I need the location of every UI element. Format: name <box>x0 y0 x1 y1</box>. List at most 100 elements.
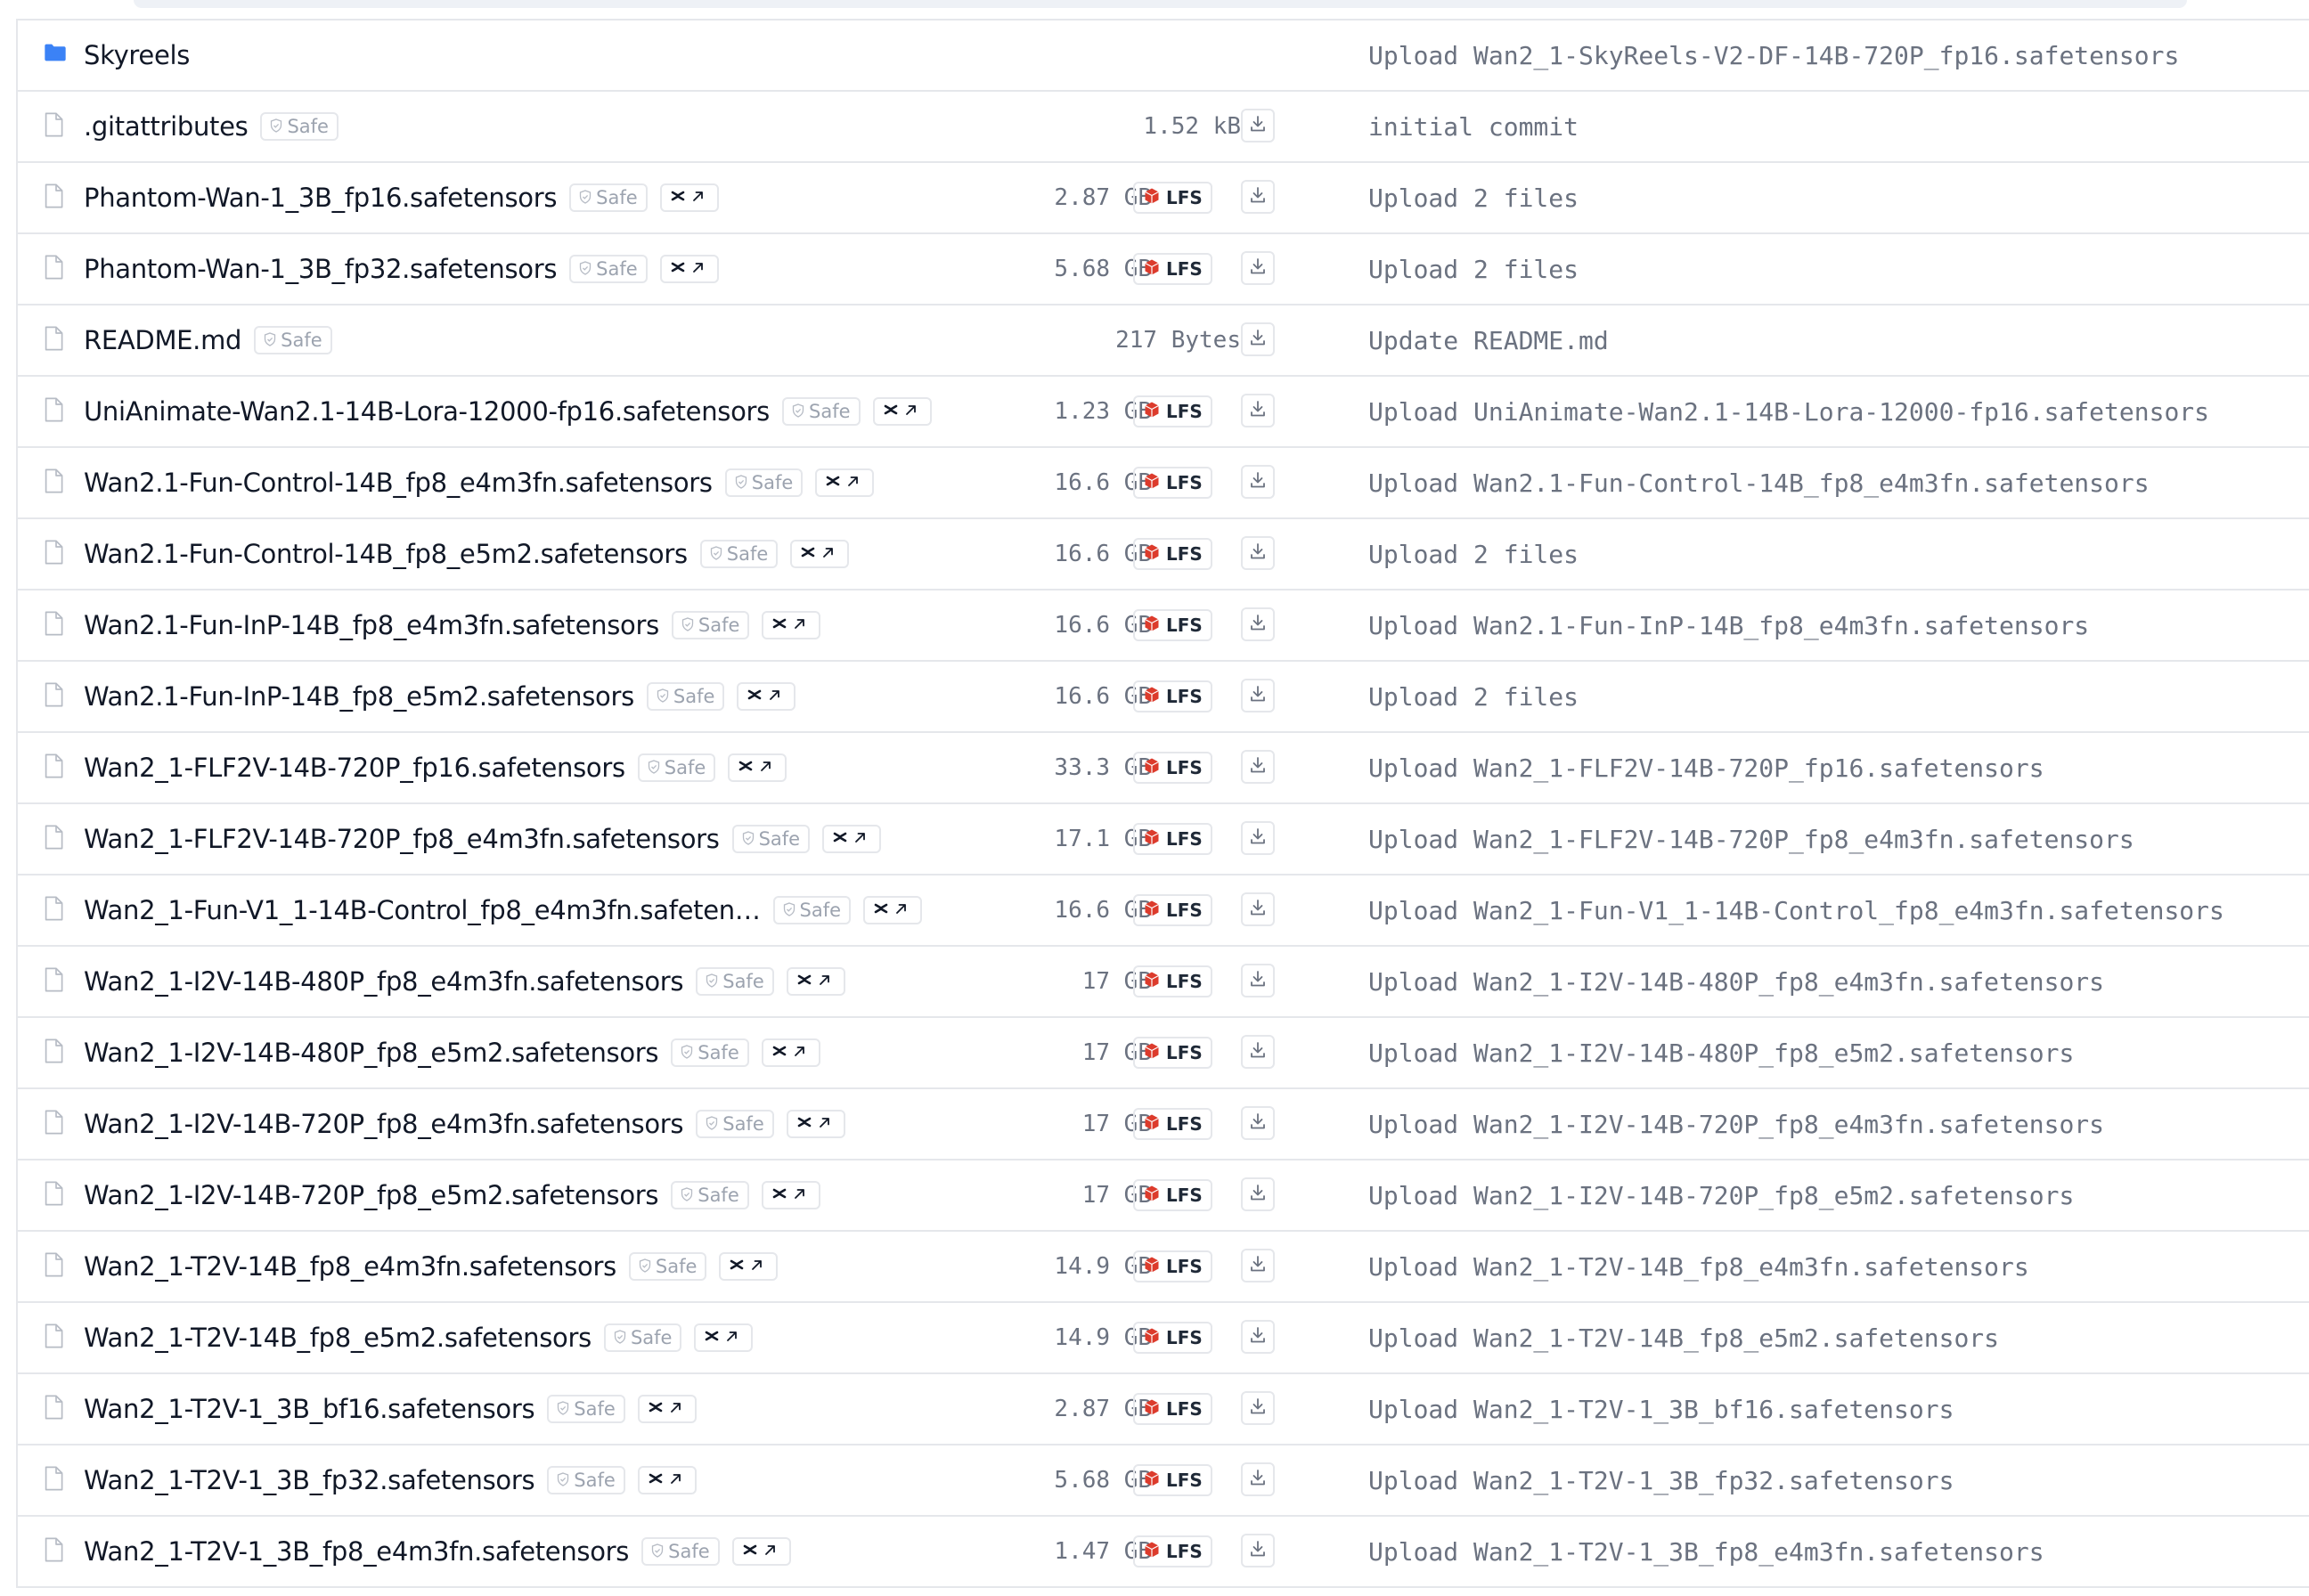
commit-message-link[interactable]: Upload Wan2_1-I2V-14B-480P_fp8_e5m2.safe… <box>1368 1018 2074 1087</box>
download-button[interactable] <box>1241 109 1275 142</box>
safe-badge[interactable]: Safe <box>641 1537 720 1566</box>
lfs-badge[interactable]: LFS <box>1133 538 1212 570</box>
safe-badge[interactable]: Safe <box>699 540 779 568</box>
xet-link-badge[interactable] <box>762 611 821 639</box>
commit-message-link[interactable]: Upload Wan2.1-Fun-Control-14B_fp8_e4m3fn… <box>1368 448 2150 517</box>
file-name-link[interactable]: Skyreels <box>84 40 190 70</box>
file-name-link[interactable]: Wan2_1-T2V-14B_fp8_e4m3fn.safetensors <box>84 1251 616 1282</box>
xet-link-badge[interactable] <box>737 682 796 711</box>
file-row[interactable]: Phantom-Wan-1_3B_fp16.safetensors Safe 2… <box>18 163 2309 234</box>
safe-badge[interactable]: Safe <box>782 397 861 426</box>
file-row[interactable]: Wan2_1-I2V-14B-480P_fp8_e5m2.safetensors… <box>18 1018 2309 1089</box>
file-row[interactable]: Wan2_1-I2V-14B-720P_fp8_e5m2.safetensors… <box>18 1160 2309 1232</box>
xet-link-badge[interactable] <box>761 1181 820 1209</box>
commit-message-link[interactable]: Upload UniAnimate-Wan2.1-14B-Lora-12000-… <box>1368 377 2209 446</box>
lfs-badge[interactable]: LFS <box>1133 395 1212 428</box>
file-row[interactable]: Wan2_1-T2V-14B_fp8_e4m3fn.safetensors Sa… <box>18 1232 2309 1303</box>
safe-badge[interactable]: Safe <box>731 825 811 853</box>
lfs-badge[interactable]: LFS <box>1133 752 1212 784</box>
file-row[interactable]: Wan2.1-Fun-InP-14B_fp8_e5m2.safetensors … <box>18 662 2309 733</box>
file-name-link[interactable]: Wan2_1-I2V-14B-720P_fp8_e5m2.safetensors <box>84 1180 659 1210</box>
download-button[interactable] <box>1241 322 1275 356</box>
lfs-badge[interactable]: LFS <box>1133 467 1212 499</box>
xet-link-badge[interactable] <box>822 825 882 853</box>
file-name-link[interactable]: Wan2_1-I2V-14B-480P_fp8_e4m3fn.safetenso… <box>84 966 684 997</box>
file-name-link[interactable]: Wan2.1-Fun-Control-14B_fp8_e5m2.safetens… <box>84 539 688 569</box>
file-row[interactable]: Wan2_1-I2V-14B-480P_fp8_e4m3fn.safetenso… <box>18 947 2309 1018</box>
commit-message-link[interactable]: Upload Wan2_1-I2V-14B-720P_fp8_e4m3fn.sa… <box>1368 1089 2104 1159</box>
safe-badge[interactable]: Safe <box>547 1395 625 1423</box>
safe-badge[interactable]: Safe <box>671 611 750 639</box>
download-button[interactable] <box>1241 251 1275 285</box>
file-row[interactable]: Wan2_1-I2V-14B-720P_fp8_e4m3fn.safetenso… <box>18 1089 2309 1160</box>
file-name-link[interactable]: Wan2_1-I2V-14B-720P_fp8_e4m3fn.safetenso… <box>84 1109 684 1139</box>
file-name-link[interactable]: UniAnimate-Wan2.1-14B-Lora-12000-fp16.sa… <box>84 396 770 427</box>
lfs-badge[interactable]: LFS <box>1133 1393 1212 1425</box>
file-name-link[interactable]: Wan2_1-Fun-V1_1-14B-Control_fp8_e4m3fn.s… <box>84 895 761 925</box>
safe-badge[interactable]: Safe <box>724 468 804 497</box>
file-row[interactable]: Wan2_1-FLF2V-14B-720P_fp16.safetensors S… <box>18 733 2309 804</box>
lfs-badge[interactable]: LFS <box>1133 1037 1212 1069</box>
download-button[interactable] <box>1241 1534 1275 1568</box>
safe-badge[interactable]: Safe <box>637 753 716 782</box>
xet-link-badge[interactable] <box>694 1323 754 1352</box>
safe-badge[interactable]: Safe <box>671 1038 749 1067</box>
commit-message-link[interactable]: Upload Wan2_1-SkyReels-V2-DF-14B-720P_fp… <box>1368 20 2179 90</box>
download-button[interactable] <box>1241 750 1275 784</box>
lfs-badge[interactable]: LFS <box>1133 1464 1212 1496</box>
file-row[interactable]: Phantom-Wan-1_3B_fp32.safetensors Safe 5… <box>18 234 2309 305</box>
download-button[interactable] <box>1241 1106 1275 1140</box>
xet-link-badge[interactable] <box>790 540 850 568</box>
xet-link-badge[interactable] <box>786 967 845 996</box>
file-name-link[interactable]: Wan2_1-T2V-1_3B_bf16.safetensors <box>84 1394 535 1424</box>
download-button[interactable] <box>1241 465 1275 499</box>
lfs-badge[interactable]: LFS <box>1133 680 1212 712</box>
file-row[interactable]: .gitattributes Safe 1.52 kB initial comm… <box>18 92 2309 163</box>
commit-message-link[interactable]: Upload Wan2_1-T2V-1_3B_bf16.safetensors <box>1368 1374 1954 1444</box>
file-row[interactable]: README.md Safe 217 Bytes Update README.m… <box>18 305 2309 377</box>
file-name-link[interactable]: Phantom-Wan-1_3B_fp32.safetensors <box>84 254 557 284</box>
xet-link-badge[interactable] <box>863 896 923 924</box>
xet-link-badge[interactable] <box>728 753 787 782</box>
xet-link-badge[interactable] <box>761 1038 820 1067</box>
lfs-badge[interactable]: LFS <box>1133 1535 1212 1568</box>
lfs-badge[interactable]: LFS <box>1133 182 1212 214</box>
download-button[interactable] <box>1241 1177 1275 1211</box>
safe-badge[interactable]: Safe <box>260 112 339 141</box>
file-row[interactable]: Wan2_1-Fun-V1_1-14B-Control_fp8_e4m3fn.s… <box>18 875 2309 947</box>
safe-badge[interactable]: Safe <box>603 1323 682 1352</box>
download-button[interactable] <box>1241 536 1275 570</box>
file-row[interactable]: Wan2_1-FLF2V-14B-720P_fp8_e4m3fn.safeten… <box>18 804 2309 875</box>
commit-message-link[interactable]: Upload Wan2_1-T2V-1_3B_fp32.safetensors <box>1368 1445 1954 1515</box>
file-row[interactable]: Wan2_1-T2V-1_3B_fp32.safetensors Safe 5.… <box>18 1445 2309 1517</box>
xet-link-badge[interactable] <box>731 1537 791 1566</box>
safe-badge[interactable]: Safe <box>696 1110 774 1138</box>
file-name-link[interactable]: Phantom-Wan-1_3B_fp16.safetensors <box>84 183 557 213</box>
download-button[interactable] <box>1241 821 1275 855</box>
xet-link-badge[interactable] <box>637 1395 697 1423</box>
lfs-badge[interactable]: LFS <box>1133 609 1212 641</box>
commit-message-link[interactable]: Upload 2 files <box>1368 234 1579 304</box>
lfs-badge[interactable]: LFS <box>1133 1322 1212 1354</box>
safe-badge[interactable]: Safe <box>671 1181 749 1209</box>
file-name-link[interactable]: Wan2_1-T2V-1_3B_fp8_e4m3fn.safetensors <box>84 1536 629 1567</box>
file-row[interactable]: Wan2_1-T2V-1_3B_bf16.safetensors Safe 2.… <box>18 1374 2309 1445</box>
commit-message-link[interactable]: Upload Wan2_1-T2V-14B_fp8_e5m2.safetenso… <box>1368 1303 1999 1372</box>
download-button[interactable] <box>1241 1320 1275 1354</box>
download-button[interactable] <box>1241 180 1275 214</box>
file-row[interactable]: Wan2_1-T2V-1_3B_fp8_e4m3fn.safetensors S… <box>18 1517 2309 1588</box>
file-name-link[interactable]: Wan2.1-Fun-Control-14B_fp8_e4m3fn.safete… <box>84 468 713 498</box>
safe-badge[interactable]: Safe <box>628 1252 707 1281</box>
download-button[interactable] <box>1241 394 1275 428</box>
download-button[interactable] <box>1241 1391 1275 1425</box>
download-button[interactable] <box>1241 1035 1275 1069</box>
commit-message-link[interactable]: Upload 2 files <box>1368 163 1579 232</box>
commit-message-link[interactable]: Upload Wan2_1-Fun-V1_1-14B-Control_fp8_e… <box>1368 875 2224 945</box>
lfs-badge[interactable]: LFS <box>1133 894 1212 926</box>
xet-link-badge[interactable] <box>786 1110 845 1138</box>
lfs-badge[interactable]: LFS <box>1133 1250 1212 1282</box>
xet-link-badge[interactable] <box>815 468 875 497</box>
commit-message-link[interactable]: Upload 2 files <box>1368 662 1579 731</box>
xet-link-badge[interactable] <box>872 397 932 426</box>
download-button[interactable] <box>1241 679 1275 712</box>
